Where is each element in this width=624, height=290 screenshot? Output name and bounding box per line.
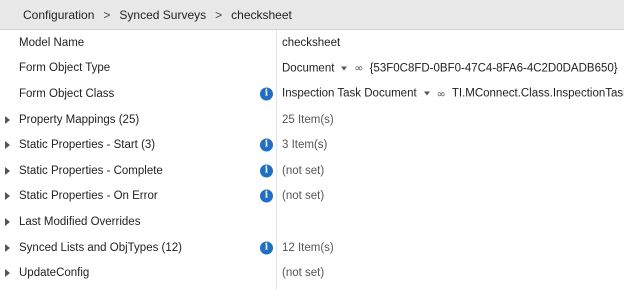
info-icon[interactable]: i [260, 138, 273, 152]
row-last-modified-overrides[interactable]: Last Modified Overrides [0, 209, 624, 235]
property-label: Static Properties - On Error [19, 190, 158, 203]
property-label: Static Properties - Start (3) [19, 139, 156, 152]
link-icon: ∞ [354, 61, 364, 75]
breadcrumb-synced-surveys[interactable]: Synced Surveys [119, 8, 206, 22]
expand-arrow-icon[interactable] [5, 192, 10, 201]
static-properties-on-error-value[interactable]: (not set) [282, 190, 324, 202]
form-object-class-name[interactable]: TI.MConnect.Class.InspectionTask [452, 88, 624, 100]
property-mappings-value[interactable]: 25 Item(s) [282, 114, 334, 126]
expand-arrow-icon[interactable] [5, 115, 10, 124]
breadcrumb-configuration[interactable]: Configuration [23, 8, 94, 22]
property-label: Property Mappings (25) [19, 113, 140, 126]
property-label: Last Modified Overrides [19, 215, 141, 228]
row-synced-lists[interactable]: Synced Lists and ObjTypes (12) i 12 Item… [0, 235, 624, 261]
row-static-properties-start[interactable]: Static Properties - Start (3) i 3 Item(s… [0, 132, 624, 158]
property-label: Synced Lists and ObjTypes (12) [19, 241, 182, 254]
synced-lists-value[interactable]: 12 Item(s) [282, 242, 334, 254]
expand-arrow-icon[interactable] [5, 217, 10, 226]
info-icon[interactable]: i [260, 87, 273, 101]
info-icon[interactable]: i [260, 164, 273, 178]
expand-arrow-icon[interactable] [5, 269, 10, 278]
property-label: UpdateConfig [19, 267, 90, 280]
static-properties-complete-value[interactable]: (not set) [282, 165, 324, 177]
info-icon[interactable]: i [260, 189, 273, 203]
form-object-type-guid[interactable]: {53F0C8FD-0BF0-47C4-8FA6-4C2D0DADB650} [370, 62, 618, 74]
update-config-value[interactable]: (not set) [282, 267, 324, 279]
property-label: Model Name [19, 36, 85, 49]
row-property-mappings[interactable]: Property Mappings (25) 25 Item(s) [0, 107, 624, 133]
static-properties-start-value[interactable]: 3 Item(s) [282, 139, 327, 151]
form-object-type-value: Document ∞ {53F0C8FD-0BF0-47C4-8FA6-4C2D… [282, 62, 624, 75]
property-label: Form Object Type [19, 62, 111, 75]
model-name-value[interactable]: checksheet [282, 37, 340, 49]
property-label: Static Properties - Complete [19, 164, 163, 177]
form-object-class-select[interactable]: Inspection Task Document [282, 88, 417, 100]
breadcrumb: Configuration > Synced Surveys > checksh… [0, 0, 624, 30]
form-object-type-select[interactable]: Document [282, 62, 334, 74]
form-object-class-value: Inspection Task Document ∞ TI.MConnect.C… [282, 87, 624, 100]
row-model-name[interactable]: Model Name checksheet [0, 30, 624, 56]
info-icon[interactable]: i [260, 241, 273, 255]
row-update-config[interactable]: UpdateConfig (not set) [0, 260, 624, 286]
expand-arrow-icon[interactable] [5, 166, 10, 175]
breadcrumb-checksheet[interactable]: checksheet [231, 8, 292, 22]
row-form-object-type[interactable]: Form Object Type Document ∞ {53F0C8FD-0B… [0, 56, 624, 82]
chevron-down-icon[interactable] [423, 91, 430, 96]
expand-arrow-icon[interactable] [5, 141, 10, 150]
link-icon: ∞ [436, 87, 446, 101]
expand-arrow-icon[interactable] [5, 243, 10, 252]
row-static-properties-on-error[interactable]: Static Properties - On Error i (not set) [0, 184, 624, 210]
row-form-object-class[interactable]: Form Object Class i Inspection Task Docu… [0, 81, 624, 107]
row-static-properties-complete[interactable]: Static Properties - Complete i (not set) [0, 158, 624, 184]
breadcrumb-separator: > [215, 7, 223, 22]
property-label: Form Object Class [19, 87, 115, 100]
breadcrumb-separator: > [103, 7, 111, 22]
property-grid: Model Name checksheet Form Object Type D… [0, 30, 624, 286]
chevron-down-icon[interactable] [341, 66, 348, 71]
